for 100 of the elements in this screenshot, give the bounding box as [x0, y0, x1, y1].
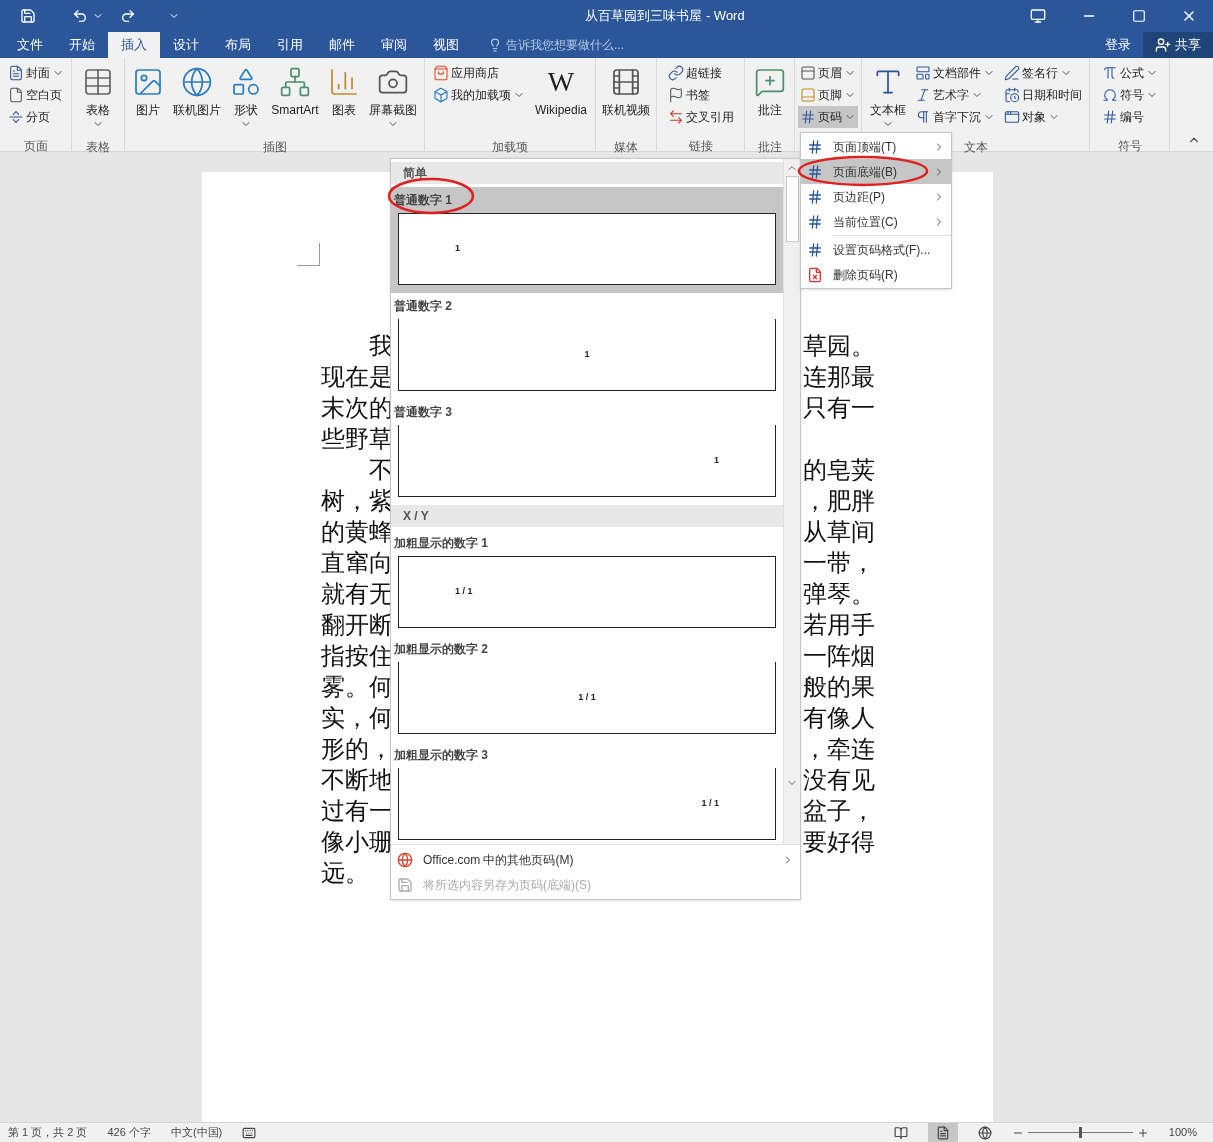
menu-item[interactable]: 页边距(P) [801, 184, 951, 209]
ribbon-button[interactable]: 页码 [798, 106, 858, 128]
ribbon-button[interactable]: 艺术字 [912, 84, 997, 106]
ribbon-button[interactable]: 文本框 [867, 62, 908, 134]
footer-icon [800, 87, 816, 103]
ribbon-button[interactable]: 封面 [5, 62, 66, 84]
scrollbar[interactable] [783, 159, 800, 844]
tell-me-field[interactable]: 告诉我您想要做什么... [488, 32, 624, 58]
document-text: 现在是 [321, 363, 393, 390]
document-text: 没有见 [803, 766, 875, 793]
gallery-item[interactable]: 普通数字 1 1 [391, 187, 783, 293]
wikipedia-logo: W [547, 66, 575, 98]
ribbon-tab[interactable]: 邮件 [316, 32, 368, 58]
ribbon-button[interactable]: 我的加载项 [431, 84, 527, 106]
zoom-level[interactable]: 100% [1168, 1124, 1205, 1141]
ribbon-button[interactable]: 图片 [130, 62, 167, 134]
ribbon-tab[interactable]: 审阅 [368, 32, 420, 58]
lightbulb-icon [488, 38, 502, 52]
keyboard-icon[interactable] [242, 1125, 257, 1140]
save-icon[interactable] [20, 8, 36, 24]
ribbon-button[interactable]: 屏幕截图 [366, 62, 419, 134]
ribbon-button[interactable]: 首字下沉 [912, 106, 997, 128]
document-text: 雾。何 [321, 673, 393, 700]
ribbon-button[interactable]: 日期和时间 [1001, 84, 1084, 106]
page-number-icon [807, 213, 823, 230]
document-text: 只有一 [803, 394, 875, 421]
ribbon-tab[interactable]: 引用 [264, 32, 316, 58]
margin-mark [297, 243, 320, 266]
calendar-clock-icon [1003, 87, 1020, 103]
ribbon-button[interactable]: SmartArt [269, 62, 321, 134]
ribbon-tab[interactable]: 视图 [420, 32, 472, 58]
ribbon-tab[interactable]: 插入 [108, 32, 160, 58]
ribbon-button[interactable]: 书签 [665, 84, 736, 106]
ribbon-tab[interactable]: 布局 [212, 32, 264, 58]
zoom-in-icon[interactable] [1136, 1126, 1149, 1139]
group-label: 页面 [23, 139, 48, 153]
ribbon-button[interactable]: 编号 [1099, 106, 1160, 128]
zoom-slider[interactable] [1027, 1127, 1133, 1138]
ribbon-button[interactable]: 分页 [5, 106, 66, 128]
scrollbar-thumb[interactable] [785, 176, 799, 242]
document-parts-icon [914, 65, 931, 81]
ribbon-button[interactable]: 页脚 [798, 84, 858, 106]
globe-icon [397, 851, 413, 868]
cube-icon [433, 87, 449, 103]
zoom-thumb[interactable] [1079, 1127, 1083, 1138]
menu-item[interactable]: 删除页码(R) [801, 262, 951, 287]
share-button[interactable]: 共享 [1143, 32, 1213, 58]
page-number-sample: 1 [584, 347, 590, 361]
ribbon-button[interactable]: 批注 [751, 62, 788, 134]
status-text[interactable]: 中文(中国) [170, 1124, 223, 1141]
object-icon [1003, 109, 1020, 125]
document-text: 些野草 [321, 425, 393, 452]
ribbon-button[interactable]: 表格 [80, 62, 116, 134]
ribbon-display-icon[interactable] [1030, 8, 1046, 24]
status-text[interactable]: 426 个字 [107, 1124, 151, 1141]
ribbon-button[interactable]: 公式 [1099, 62, 1160, 84]
numbering-icon [1101, 109, 1118, 125]
ribbon-button[interactable]: 应用商店 [431, 62, 527, 84]
group-label: 插图 [262, 140, 287, 154]
ribbon-button[interactable]: 文档部件 [912, 62, 997, 84]
ribbon-button[interactable]: 符号 [1099, 84, 1160, 106]
signature-icon [1003, 65, 1020, 81]
sign-in-link[interactable]: 登录 [1093, 32, 1143, 58]
print-layout-button[interactable] [927, 1123, 958, 1142]
web-layout-icon[interactable] [977, 1125, 992, 1140]
menu-item[interactable]: Office.com 中的其他页码(M) [391, 847, 800, 872]
ribbon-button[interactable]: 交叉引用 [665, 106, 736, 128]
ribbon-button[interactable]: 形状 [228, 62, 265, 134]
diagram-icon [278, 66, 311, 98]
document-text: 远。 [321, 859, 369, 886]
document-text: 树，紫 [321, 487, 393, 514]
ribbon-button[interactable]: 页眉 [798, 62, 858, 84]
ribbon-button[interactable]: 对象 [1001, 106, 1084, 128]
read-mode-icon[interactable] [893, 1125, 908, 1140]
ribbon-tab[interactable]: 开始 [56, 32, 108, 58]
redo-icon[interactable] [120, 8, 136, 24]
menu-item[interactable]: 设置页码格式(F)... [801, 237, 951, 262]
page-number-sample: 1 [455, 242, 460, 256]
menu-item[interactable]: 当前位置(C) [801, 209, 951, 234]
ribbon-button[interactable]: 空白页 [5, 84, 66, 106]
document-text: 翻开断 [321, 611, 393, 638]
ribbon-tab[interactable]: 文件 [4, 32, 56, 58]
menu-item[interactable]: 页面顶端(T) [801, 134, 951, 159]
ribbon-button[interactable]: W Wikipedia [532, 62, 589, 134]
ribbon-button[interactable]: 签名行 [1001, 62, 1084, 84]
document-text: 般的果 [803, 673, 875, 700]
page-number-sample: 1 / 1 [701, 796, 719, 810]
maximize-icon[interactable] [1132, 9, 1146, 23]
ribbon-button[interactable]: 图表 [325, 62, 362, 134]
ribbon-button[interactable]: 联机图片 [171, 62, 224, 134]
undo-icon[interactable] [72, 8, 88, 24]
page-number-icon [807, 188, 823, 205]
ribbon-button[interactable]: 超链接 [665, 62, 736, 84]
ribbon-button[interactable]: 联机视频 [600, 62, 652, 134]
status-text[interactable]: 第 1 页，共 2 页 [8, 1124, 88, 1141]
hash-icon [800, 109, 816, 125]
ribbon-tab[interactable]: 设计 [160, 32, 212, 58]
document-text: 不 [369, 456, 393, 483]
page-number-sample: 1 [714, 453, 719, 467]
globe-icon [181, 66, 214, 98]
